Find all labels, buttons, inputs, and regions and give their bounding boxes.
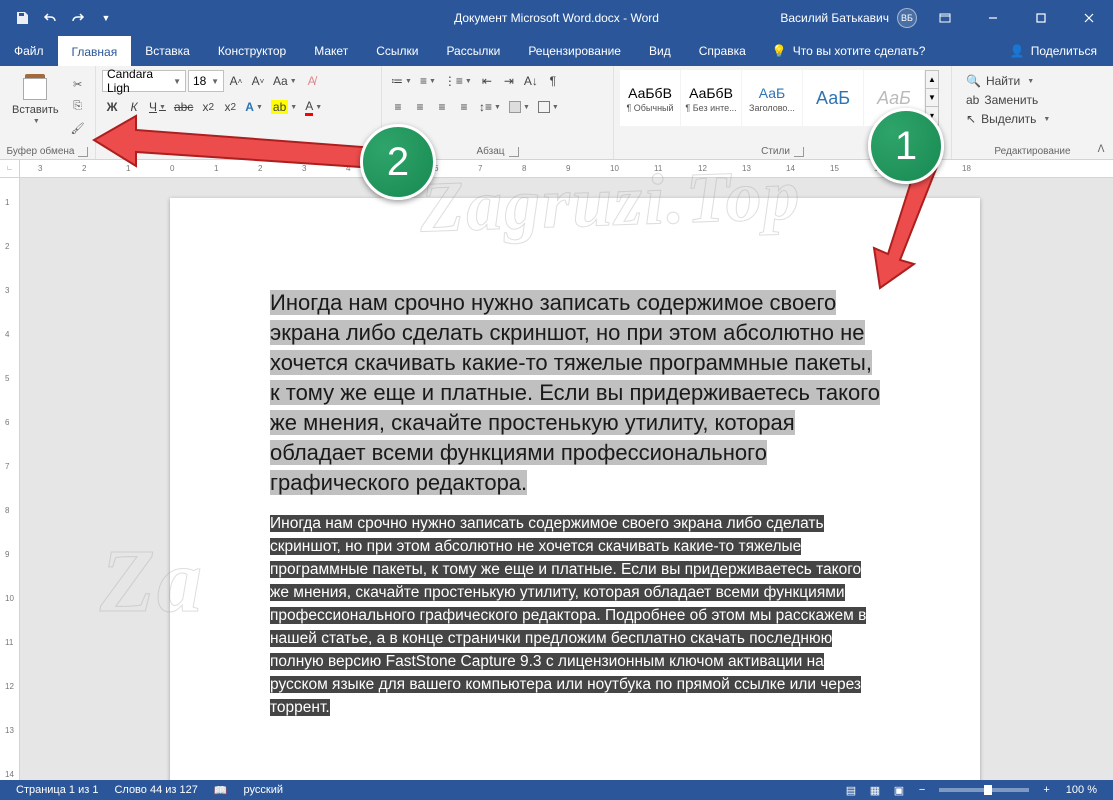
tab-design[interactable]: Конструктор (204, 36, 300, 66)
vertical-ruler[interactable]: 12345678910111213141516 (0, 178, 20, 780)
share-button[interactable]: 👤 Поделиться (994, 36, 1113, 66)
tab-home[interactable]: Главная (58, 36, 132, 66)
document-title: Документ Microsoft Word.docx - Word (454, 11, 659, 25)
paragraph-1[interactable]: Иногда нам срочно нужно записать содержи… (270, 288, 880, 498)
zoom-level[interactable]: 100 % (1058, 784, 1105, 796)
paragraph-2[interactable]: Иногда нам срочно нужно записать содержи… (270, 512, 880, 719)
replace-icon: ab (966, 93, 979, 107)
chevron-down-icon: ▼ (33, 118, 40, 125)
sort-button[interactable]: A↓ (521, 70, 541, 92)
tab-file[interactable]: Файл (0, 36, 58, 66)
show-marks-button[interactable]: ¶ (543, 70, 563, 92)
shrink-font-button[interactable]: A˅ (248, 70, 268, 92)
annotation-badge-1: 1 (868, 108, 944, 184)
replace-button[interactable]: abЗаменить (960, 91, 1056, 109)
redo-icon[interactable] (66, 6, 90, 30)
quick-access-toolbar: ▼ (0, 6, 118, 30)
paste-icon (21, 72, 49, 102)
clear-formatting-button[interactable]: A̸ (302, 70, 322, 92)
increase-indent-button[interactable]: ⇥ (499, 70, 519, 92)
spellcheck-icon[interactable]: 📖 (206, 784, 236, 797)
tab-layout[interactable]: Макет (300, 36, 362, 66)
cut-icon[interactable]: ✂ (67, 74, 89, 94)
line-spacing-button[interactable]: ↕≡▼ (476, 96, 504, 118)
ribbon-tabs: Файл Главная Вставка Конструктор Макет С… (0, 36, 1113, 66)
tab-help[interactable]: Справка (685, 36, 760, 66)
style-heading1[interactable]: АаБЗаголово... (742, 70, 802, 126)
zoom-in-icon[interactable]: + (1035, 784, 1057, 796)
statusbar: Страница 1 из 1 Слово 44 из 127 📖 русски… (0, 780, 1113, 800)
chevron-down-icon: ▼ (211, 77, 219, 86)
tab-mailings[interactable]: Рассылки (432, 36, 514, 66)
style-normal[interactable]: АаБбВ¶ Обычный (620, 70, 680, 126)
titlebar: ▼ Документ Microsoft Word.docx - Word Ва… (0, 0, 1113, 36)
language-status[interactable]: русский (236, 784, 291, 796)
tab-view[interactable]: Вид (635, 36, 685, 66)
chevron-up-icon: ▲ (926, 71, 938, 89)
align-center-button[interactable]: ≡ (410, 96, 430, 118)
style-nospacing[interactable]: АаБбВ¶ Без инте... (681, 70, 741, 126)
print-layout-icon[interactable]: ▦ (863, 781, 887, 799)
maximize-icon[interactable] (1021, 0, 1061, 36)
undo-icon[interactable] (38, 6, 62, 30)
justify-button[interactable]: ≡ (454, 96, 474, 118)
share-icon: 👤 (1010, 44, 1025, 58)
zoom-out-icon[interactable]: − (911, 784, 933, 796)
tab-review[interactable]: Рецензирование (514, 36, 635, 66)
select-button[interactable]: ↖Выделить▼ (960, 110, 1056, 128)
align-left-button[interactable]: ≡ (388, 96, 408, 118)
collapse-ribbon-icon[interactable]: ᐱ (1093, 141, 1109, 157)
change-case-button[interactable]: Aa▼ (270, 70, 300, 92)
multilevel-button[interactable]: ⋮≡▼ (441, 70, 475, 92)
align-right-button[interactable]: ≡ (432, 96, 452, 118)
numbering-button[interactable]: ≡▼ (417, 70, 439, 92)
chevron-down-icon: ▼ (173, 77, 181, 86)
cursor-icon: ↖ (966, 112, 976, 126)
ribbon-display-options-icon[interactable] (925, 0, 965, 36)
tell-me[interactable]: 💡 Что вы хотите сделать? (760, 36, 938, 66)
zoom-slider[interactable] (939, 788, 1029, 792)
qat-customize-icon[interactable]: ▼ (94, 6, 118, 30)
word-count[interactable]: Слово 44 из 127 (106, 784, 205, 796)
close-icon[interactable] (1069, 0, 1109, 36)
user-name[interactable]: Василий Батькавич (780, 11, 889, 25)
find-button[interactable]: 🔍Найти▼ (960, 72, 1056, 90)
save-icon[interactable] (10, 6, 34, 30)
page-status[interactable]: Страница 1 из 1 (8, 784, 106, 796)
titlebar-right: Василий Батькавич ВБ (780, 0, 1113, 36)
annotation-badge-2: 2 (360, 124, 436, 200)
styles-launcher[interactable] (794, 147, 804, 157)
web-layout-icon[interactable]: ▣ (887, 781, 911, 799)
read-mode-icon[interactable]: ▤ (839, 781, 863, 799)
paste-button[interactable]: Вставить ▼ (6, 70, 65, 127)
annotation-arrow-2 (86, 110, 386, 190)
borders-button[interactable]: ▼ (535, 96, 562, 118)
font-name-combo[interactable]: Candara Ligh▼ (102, 70, 186, 92)
minimize-icon[interactable] (973, 0, 1013, 36)
tab-selector[interactable]: ∟ (0, 160, 20, 177)
avatar[interactable]: ВБ (897, 8, 917, 28)
chevron-down-icon: ▼ (926, 89, 938, 107)
lightbulb-icon: 💡 (772, 44, 787, 58)
tab-references[interactable]: Ссылки (362, 36, 432, 66)
style-heading2[interactable]: АаБ (803, 70, 863, 126)
shading-button[interactable]: ▼ (506, 96, 533, 118)
grow-font-button[interactable]: A˄ (226, 70, 246, 92)
decrease-indent-button[interactable]: ⇤ (477, 70, 497, 92)
bullets-button[interactable]: ≔▼ (388, 70, 415, 92)
tab-insert[interactable]: Вставка (131, 36, 204, 66)
paragraph-launcher[interactable] (509, 147, 519, 157)
group-clipboard: Вставить ▼ ✂ ⎘ 🖌 Буфер обмена (0, 66, 96, 159)
search-icon: 🔍 (966, 74, 981, 88)
group-editing: 🔍Найти▼ abЗаменить ↖Выделить▼ Редактиров… (952, 66, 1113, 159)
font-size-combo[interactable]: 18▼ (188, 70, 224, 92)
